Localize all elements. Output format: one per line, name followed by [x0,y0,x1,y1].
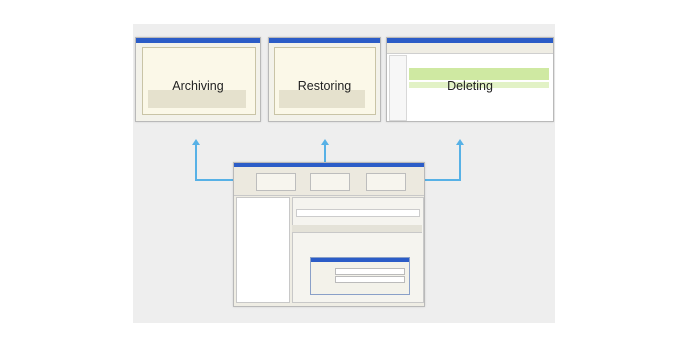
main-app-tree-pane [236,197,290,303]
deleting-connector-line [459,145,461,181]
inner-dialog-field [335,276,405,283]
deleting-arrowhead [456,139,464,145]
main-app-field [296,209,420,217]
restore-toolbar-button[interactable] [310,173,350,191]
main-app-tab-strip [292,225,422,233]
archiving-titlebar [136,38,260,43]
archiving-arrowhead [192,139,200,145]
diagram-panel: Archiving Restoring Deleting [133,24,555,323]
inner-dialog-field [335,268,405,275]
archiving-label: Archiving [172,79,224,93]
archive-toolbar-button[interactable] [256,173,296,191]
restoring-titlebar [269,38,380,43]
delete-toolbar-button[interactable] [366,173,406,191]
inner-dialog-titlebar [311,258,409,262]
deleting-toolbar [387,43,553,54]
main-app-window [233,162,425,307]
restoring-arrowhead [321,139,329,145]
inner-dialog [310,257,410,295]
archiving-connector-line [195,145,197,181]
deleting-screen: Deleting [386,37,554,122]
deleting-label: Deleting [447,79,493,93]
restoring-label: Restoring [297,79,352,93]
archiving-screen: Archiving [135,37,261,122]
restoring-screen: Restoring [268,37,381,122]
